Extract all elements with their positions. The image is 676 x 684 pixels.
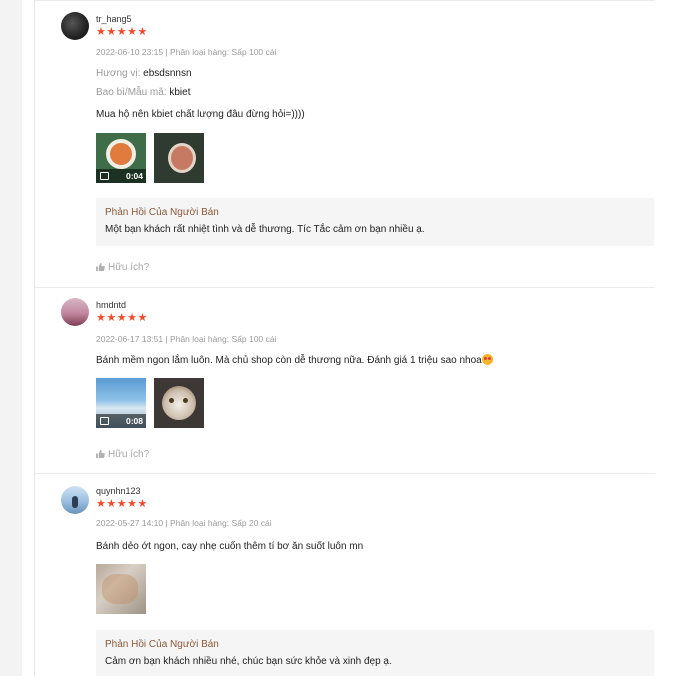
rating-stars: ★★★★★ <box>96 498 148 510</box>
review-video[interactable]: 0:08 <box>96 378 146 428</box>
helpful-label: Hữu ích? <box>108 262 150 273</box>
left-gutter <box>0 0 22 676</box>
thumbs-up-icon <box>96 450 105 458</box>
review-comment: Bánh dẻo ớt ngon, cay nhẹ cuốn thêm tí b… <box>96 541 364 552</box>
username[interactable]: quynhn123 <box>96 486 141 496</box>
review-meta: 2022-05-27 14:10 | Phân loại hàng: Sấp 2… <box>96 518 272 528</box>
attribute-key: Bao bì/Mẫu mã: <box>96 87 167 98</box>
review-image[interactable] <box>96 564 146 614</box>
helpful-label: Hữu ích? <box>108 449 150 460</box>
video-camera-icon <box>100 417 109 425</box>
review-meta: 2022-06-10 23:15 | Phân loại hàng: Sấp 1… <box>96 47 277 57</box>
review-item: quynhn123 ★★★★★ 2022-05-27 14:10 | Phân … <box>35 474 655 684</box>
thumbs-up-icon <box>96 263 105 271</box>
seller-reply-text: Cảm ơn bạn khách nhiều nhé, chúc bạn sức… <box>105 656 392 667</box>
avatar[interactable] <box>61 298 89 326</box>
review-comment: Bánh mềm ngon lắm luôn. Mà chủ shop còn … <box>96 354 493 366</box>
rating-stars: ★★★★★ <box>96 26 148 38</box>
video-camera-icon <box>100 172 109 180</box>
username[interactable]: tr_hang5 <box>96 14 132 24</box>
seller-reply-text: Một bạn khách rất nhiệt tình và dễ thươn… <box>105 224 425 235</box>
review-comment-text: Bánh mềm ngon lắm luôn. Mà chủ shop còn … <box>96 355 482 366</box>
attribute-flavor: Hương vị: ebsdsnnsn <box>96 68 192 79</box>
attribute-value: ebsdsnnsn <box>143 68 192 79</box>
review-video[interactable]: 0:04 <box>96 133 146 183</box>
username[interactable]: hmdntd <box>96 300 126 310</box>
seller-reply-title: Phản Hồi Của Người Bán <box>105 207 219 218</box>
helpful-button[interactable]: Hữu ích? <box>96 262 149 273</box>
video-duration: 0:04 <box>125 171 143 181</box>
avatar[interactable] <box>61 486 89 514</box>
attribute-key: Hương vị: <box>96 68 141 79</box>
seller-reply: Phản Hồi Của Người Bán Một bạn khách rất… <box>96 198 654 246</box>
attribute-packaging: Bao bì/Mẫu mã: kbiet <box>96 87 191 98</box>
review-meta: 2022-06-17 13:51 | Phân loại hàng: Sấp 1… <box>96 334 277 344</box>
attribute-value: kbiet <box>169 87 191 98</box>
video-duration: 0:08 <box>125 416 143 426</box>
review-item: tr_hang5 ★★★★★ 2022-06-10 23:15 | Phân l… <box>35 0 655 288</box>
review-comment: Mua hộ nên kbiet chất lượng đâu đừng hỏi… <box>96 109 305 120</box>
seller-reply-title: Phản Hồi Của Người Bán <box>105 639 219 650</box>
video-overlay: 0:04 <box>96 169 146 183</box>
seller-reply: Phản Hồi Của Người Bán Cảm ơn bạn khách … <box>96 630 654 676</box>
heart-eyes-emoji-icon <box>481 354 493 365</box>
video-overlay: 0:08 <box>96 414 146 428</box>
rating-stars: ★★★★★ <box>96 312 148 324</box>
avatar[interactable] <box>61 12 89 40</box>
review-item: hmdntd ★★★★★ 2022-06-17 13:51 | Phân loạ… <box>35 288 655 474</box>
review-image[interactable] <box>154 378 204 428</box>
helpful-button[interactable]: Hữu ích? <box>96 449 149 460</box>
review-image[interactable] <box>154 133 204 183</box>
